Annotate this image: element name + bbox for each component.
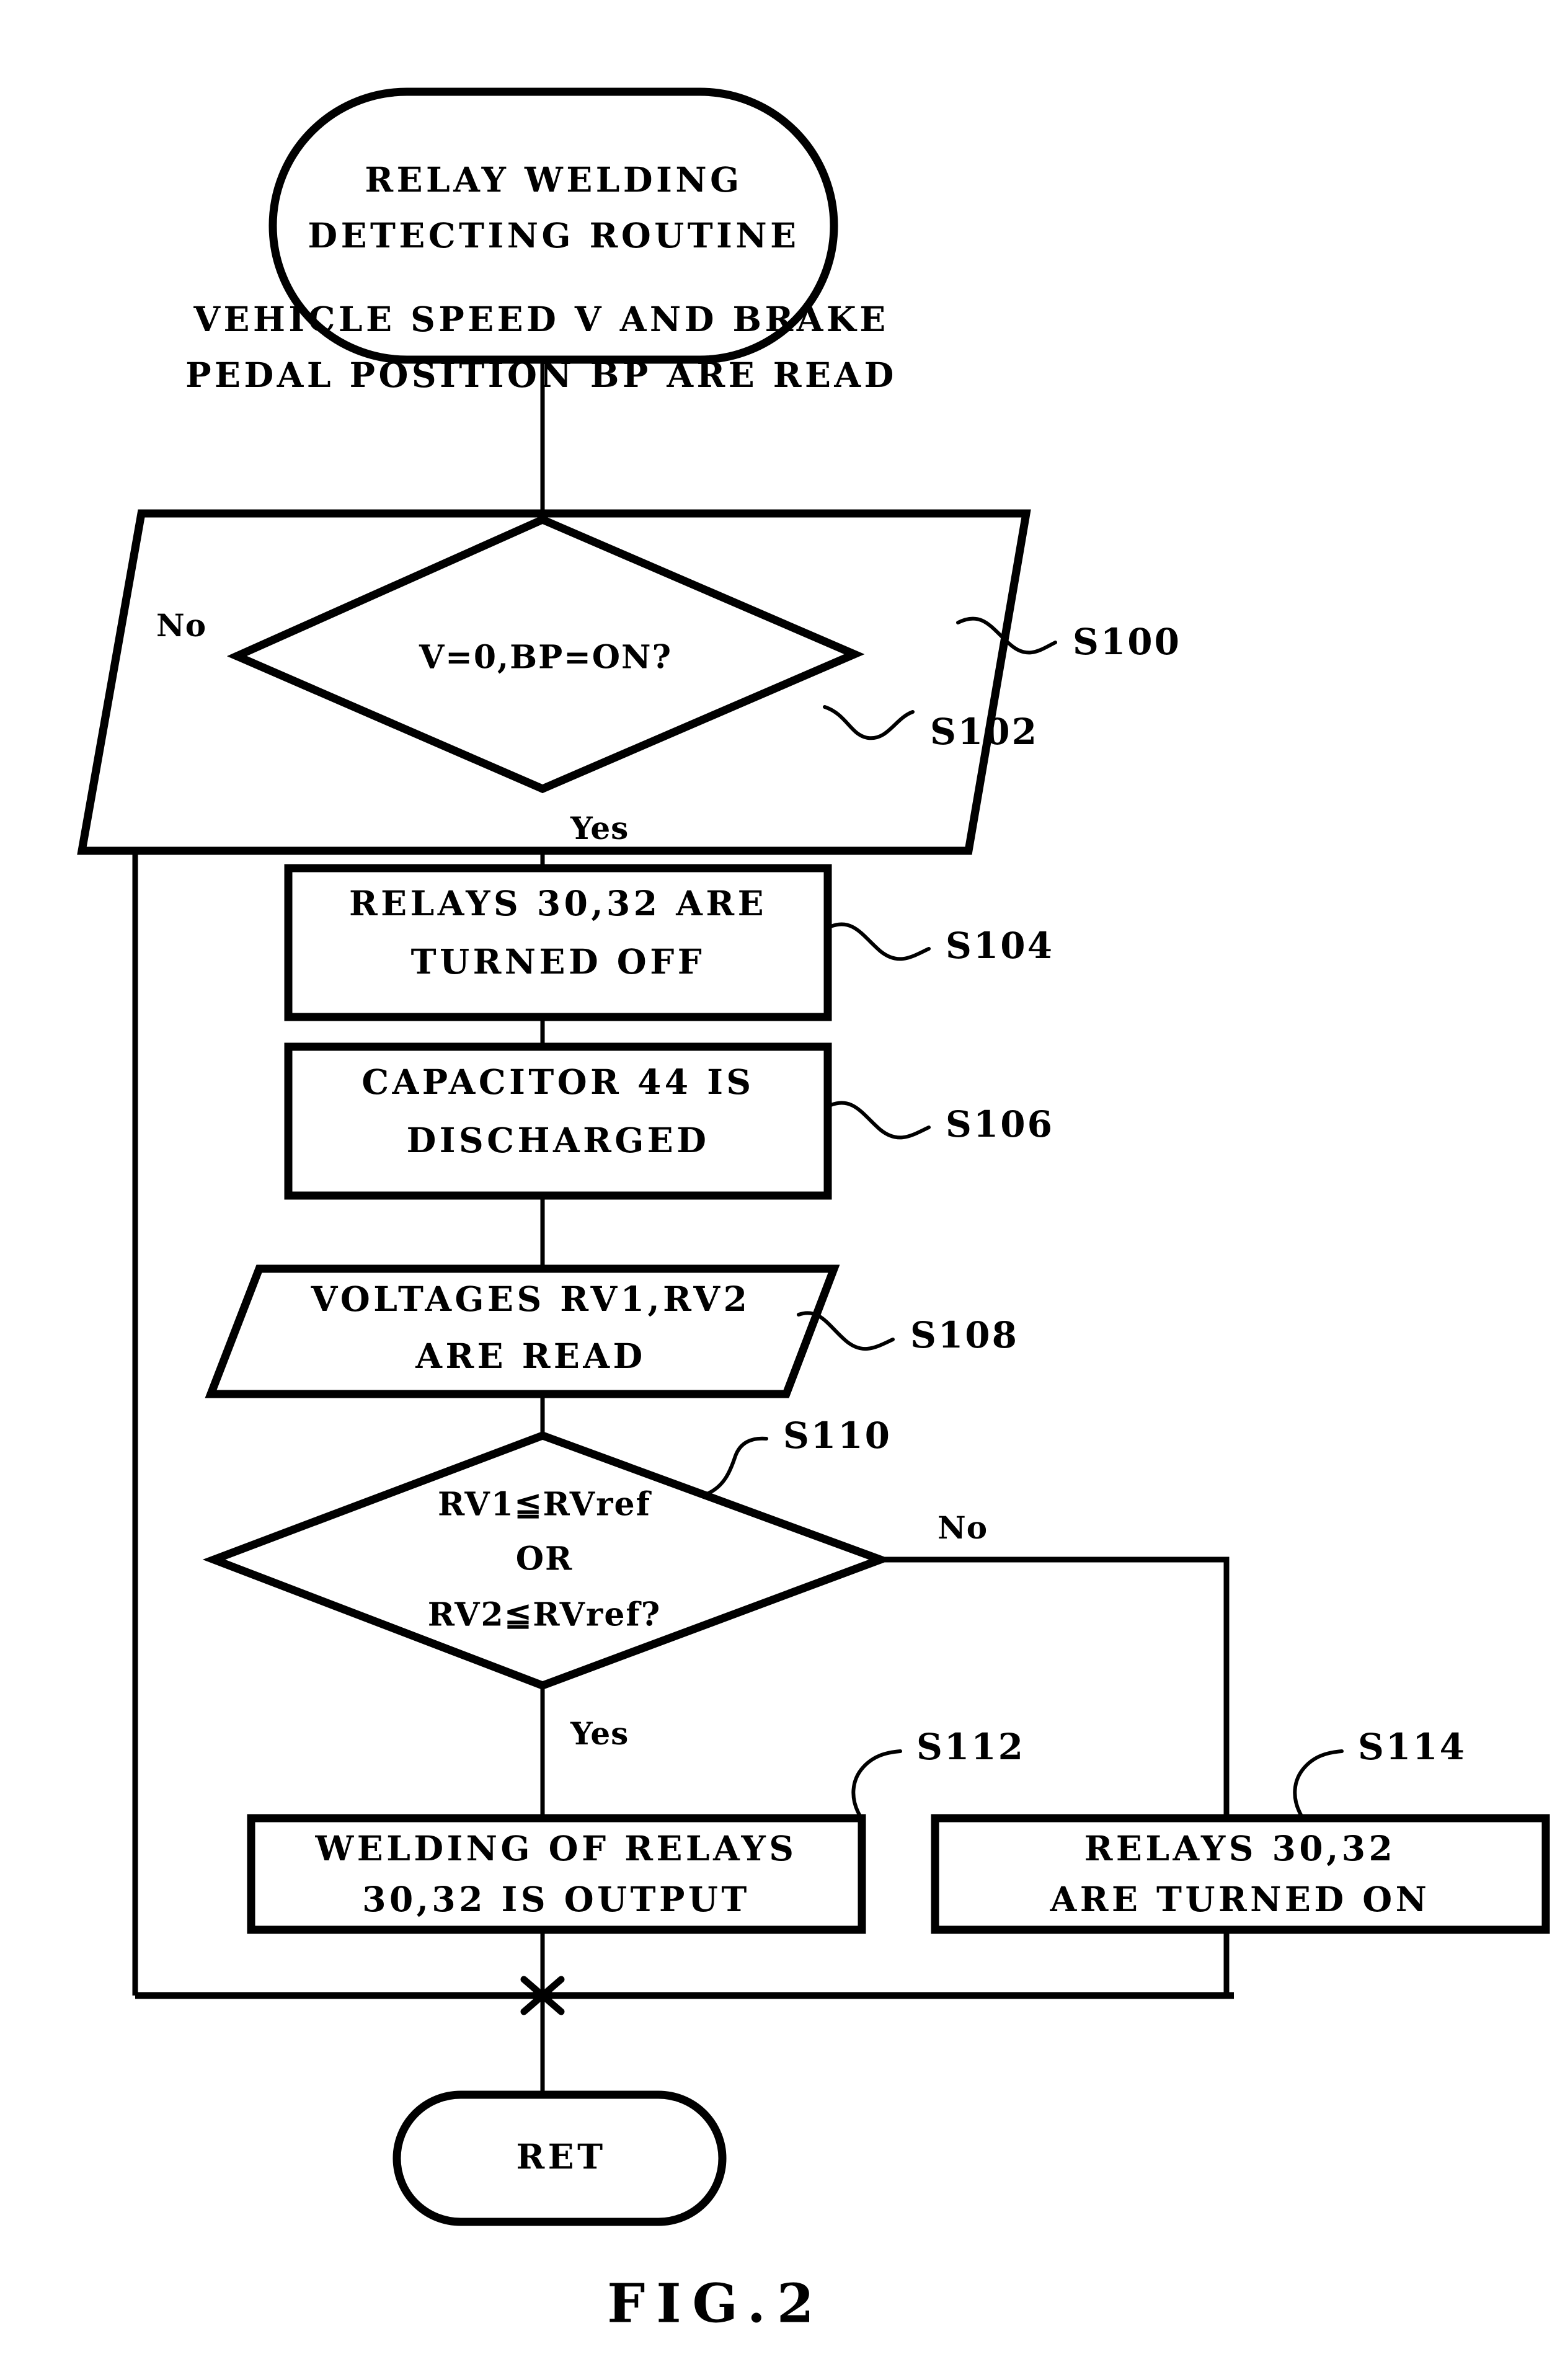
leader-s106 <box>829 1101 931 1140</box>
step-label-s106: S106 <box>946 1103 1054 1145</box>
terminator-start-line1: RELAY WELDING <box>365 159 742 200</box>
leader-s104 <box>829 922 931 961</box>
process-s114-line2: ARE TURNED ON <box>1050 1879 1430 1919</box>
io-s100-line1: VEHICLE SPEED V AND BRAKE <box>193 299 889 339</box>
terminator-start-line2: DETECTING ROUTINE <box>308 215 799 255</box>
step-label-s104: S104 <box>946 925 1054 967</box>
branch-label-s102-yes: Yes <box>570 810 629 846</box>
leader-s112 <box>851 1749 902 1819</box>
step-label-s108: S108 <box>910 1314 1019 1356</box>
decision-s110-line2: OR <box>516 1540 574 1578</box>
decision-s110-line1: RV1≦RVref <box>438 1486 652 1524</box>
leader-s114 <box>1293 1749 1344 1819</box>
step-label-s114: S114 <box>1358 1726 1466 1768</box>
leader-s110 <box>704 1436 768 1496</box>
io-s108-line2: ARE READ <box>415 1336 645 1376</box>
decision-s102-text: V=0,BP=ON? <box>419 639 672 677</box>
figure-sheet: RELAY WELDING DETECTING ROUTINE VEHICLE … <box>0 0 1565 2380</box>
flowchart-canvas: RELAY WELDING DETECTING ROUTINE VEHICLE … <box>77 87 1550 2335</box>
io-s100-line2: PEDAL POSITION BP ARE READ <box>185 355 897 395</box>
step-label-s102: S102 <box>930 711 1039 753</box>
process-s104-line2: TURNED OFF <box>411 941 706 982</box>
process-s106-line2: DISCHARGED <box>407 1120 710 1160</box>
step-label-s110: S110 <box>783 1414 892 1457</box>
process-s112-line2: 30,32 IS OUTPUT <box>362 1879 750 1919</box>
io-s108-line1: VOLTAGES RV1,RV2 <box>311 1279 751 1319</box>
branch-s102-no-path <box>132 653 237 1996</box>
branch-label-s110-yes: Yes <box>570 1715 629 1752</box>
step-label-s100: S100 <box>1073 621 1181 663</box>
step-label-s112: S112 <box>916 1726 1025 1768</box>
decision-s110-line3: RV2≦RVref? <box>428 1596 661 1634</box>
process-s114-line1: RELAYS 30,32 <box>1084 1828 1396 1868</box>
process-s112-line1: WELDING OF RELAYS <box>315 1828 797 1868</box>
process-s104-line1: RELAYS 30,32 ARE <box>349 883 767 923</box>
process-s106-line1: CAPACITOR 44 IS <box>361 1062 754 1102</box>
branch-label-s110-no: No <box>938 1509 988 1546</box>
branch-label-s102-no: No <box>156 607 206 644</box>
figure-caption: FIG.2 <box>607 2273 825 2335</box>
terminator-ret-label: RET <box>516 2136 606 2177</box>
